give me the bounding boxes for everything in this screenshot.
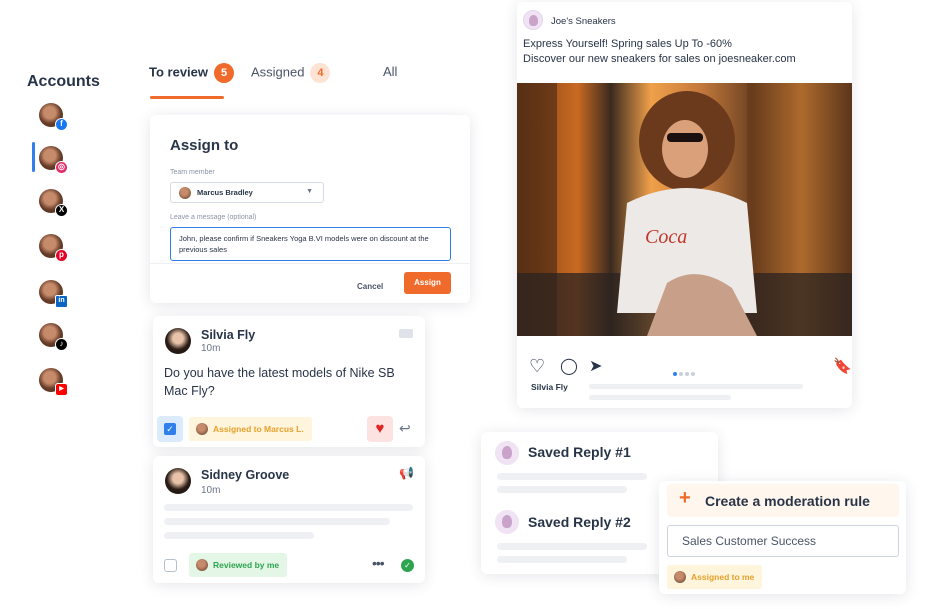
tab-label: Assigned (251, 64, 305, 80)
facebook-icon: f (55, 118, 68, 131)
bookmark-icon[interactable]: 🔖 (833, 357, 852, 375)
youtube-icon: ▶ (55, 383, 68, 396)
moderation-title: Create a moderation rule (705, 493, 870, 509)
moderation-rule-card: + Create a moderation rule Sales Custome… (659, 481, 906, 594)
team-member-label: Team member (170, 169, 215, 176)
account-tiktok[interactable]: ♪ (39, 323, 68, 351)
avatar (165, 468, 191, 494)
account-pinterest[interactable]: p (39, 234, 68, 262)
more-icon[interactable]: ••• (372, 555, 385, 571)
account-facebook[interactable]: f (39, 103, 68, 131)
assign-button[interactable]: Assign (404, 272, 451, 294)
conversation-card[interactable]: Silvia Fly 10m Do you have the latest mo… (153, 316, 425, 447)
reviewed-chip-label: Reviewed by me (213, 560, 280, 570)
account-linkedin[interactable]: in (39, 280, 68, 308)
instagram-icon: ◎ (55, 161, 68, 174)
timestamp: 10m (201, 343, 221, 354)
selected-account-indicator (32, 142, 35, 172)
message-text: Do you have the latest models of Nike SB… (164, 366, 395, 398)
divider (150, 263, 470, 264)
select-checkbox[interactable]: ✓ (157, 416, 183, 442)
message-type-icon (399, 329, 413, 338)
placeholder-line (589, 384, 803, 389)
assign-dialog-title: Assign to (170, 137, 239, 154)
plus-icon: + (679, 487, 691, 509)
share-icon[interactable]: ➤ (589, 356, 602, 376)
brand-name: Joe's Sneakers (551, 16, 616, 27)
assign-dialog: Assign to Team member Marcus Bradley ▼ L… (150, 115, 470, 303)
placeholder-line (164, 518, 390, 525)
tab-label: All (383, 64, 398, 79)
liked-by-name: Silvia Fly (531, 382, 568, 392)
tab-count-badge: 4 (310, 63, 331, 83)
heart-icon[interactable]: ♥ (367, 416, 393, 442)
team-member-select[interactable]: Marcus Bradley ▼ (170, 182, 324, 203)
tab-count-badge: 5 (214, 63, 235, 83)
message-field[interactable]: John, please confirm if Sneakers Yoga B.… (170, 227, 451, 261)
placeholder-line (164, 532, 314, 539)
account-x[interactable]: X (39, 189, 68, 217)
message-label: Leave a message (optional) (170, 214, 257, 221)
chevron-down-icon: ▼ (306, 188, 313, 195)
conversation-card[interactable]: Sidney Groove 10m 📢 Reviewed by me ••• ✓ (153, 456, 425, 583)
comment-icon[interactable]: ◯ (560, 356, 578, 376)
reviewed-chip: Reviewed by me (189, 553, 288, 577)
svg-text:Coca: Coca (645, 226, 687, 248)
tab-label: To review (149, 64, 209, 80)
cancel-button[interactable]: Cancel (357, 282, 383, 291)
post-caption: Express Yourself! Spring sales Up To -60… (523, 37, 796, 67)
avatar (165, 328, 191, 354)
accounts-title: Accounts (27, 73, 100, 90)
team-member-value: Marcus Bradley (197, 188, 253, 197)
assigned-chip-label: Assigned to me (691, 572, 755, 582)
active-tab-underline (150, 96, 224, 99)
moderation-header[interactable]: + Create a moderation rule (667, 484, 899, 517)
post-image: Coca (517, 83, 852, 336)
saved-reply-title[interactable]: Saved Reply #2 (528, 514, 631, 530)
linkedin-icon: in (55, 295, 68, 308)
placeholder-line (497, 486, 627, 493)
timestamp: 10m (201, 485, 221, 496)
placeholder-line (497, 543, 647, 550)
tab-to-review[interactable]: To review 5 (149, 63, 235, 83)
pinterest-icon: p (55, 249, 68, 262)
author-name: Silvia Fly (201, 328, 256, 342)
brand-logo (495, 441, 519, 465)
post-photo-illustration: Coca (517, 83, 852, 336)
avatar (179, 187, 191, 199)
author-name: Sidney Groove (201, 468, 290, 482)
x-icon: X (55, 204, 68, 217)
assigned-chip-label: Assigned to Marcus L. (213, 424, 304, 434)
tiktok-icon: ♪ (55, 338, 68, 351)
saved-reply-title[interactable]: Saved Reply #1 (528, 444, 631, 460)
account-instagram[interactable]: ◎ (39, 146, 68, 174)
megaphone-icon: 📢 (399, 466, 414, 480)
placeholder-line (164, 504, 413, 511)
brand-logo (523, 10, 543, 30)
post-caption-line: Express Yourself! Spring sales Up To -60… (523, 38, 732, 50)
avatar (674, 571, 686, 583)
account-youtube[interactable]: ▶ (39, 368, 68, 396)
avatar (196, 423, 208, 435)
reply-icon[interactable]: ↩ (399, 420, 411, 437)
moderation-rule-input[interactable]: Sales Customer Success (667, 525, 899, 557)
post-preview-card: Joe's Sneakers Express Yourself! Spring … (517, 2, 852, 408)
avatar (196, 559, 208, 571)
placeholder-line (589, 395, 731, 400)
assigned-chip: Assigned to me (667, 565, 763, 589)
heart-icon[interactable]: ♡ (529, 356, 545, 377)
tab-all[interactable]: All (383, 64, 397, 79)
check-circle-icon[interactable]: ✓ (401, 559, 414, 572)
select-checkbox[interactable] (164, 559, 177, 572)
brand-logo (495, 510, 519, 534)
carousel-dots (673, 363, 697, 381)
assigned-chip: Assigned to Marcus L. (189, 417, 312, 441)
post-caption-line: Discover our new sneakers for sales on j… (523, 53, 796, 65)
placeholder-line (497, 473, 647, 480)
placeholder-line (497, 556, 627, 563)
tab-assigned[interactable]: Assigned 4 (251, 63, 331, 83)
